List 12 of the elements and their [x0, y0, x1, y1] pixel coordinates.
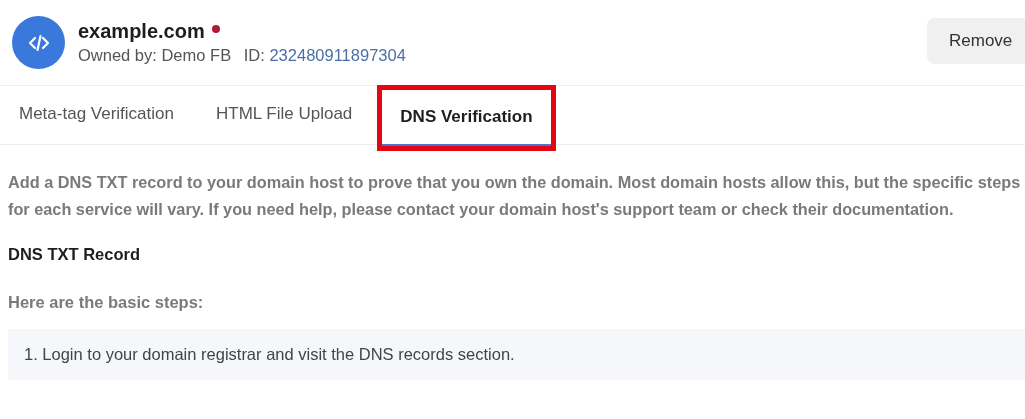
id-label: ID:	[243, 46, 265, 64]
code-icon	[12, 16, 65, 69]
section-title: DNS TXT Record	[8, 245, 142, 264]
tab[interactable]: HTML File Upload	[202, 86, 366, 144]
step-item: 1. Login to your domain registrar and visit the DNS records section.	[8, 329, 1025, 380]
owner-text: Owned by: Demo FB	[78, 46, 232, 64]
domain-id: 232480911897304	[269, 46, 406, 64]
description-text: Add a DNS TXT record to your domain host to prove that you own the domain. Most domain hosts allow this, but the specific steps for each service will vary. If you need help, please contact your domain host's support team or check their documentation.	[8, 172, 1022, 220]
remove-button[interactable]: Remove	[927, 17, 1025, 64]
domain-name: example.com	[78, 20, 205, 43]
steps-intro: Here are the basic steps:	[8, 293, 205, 312]
tab[interactable]: Meta-tag Verification	[6, 86, 187, 144]
